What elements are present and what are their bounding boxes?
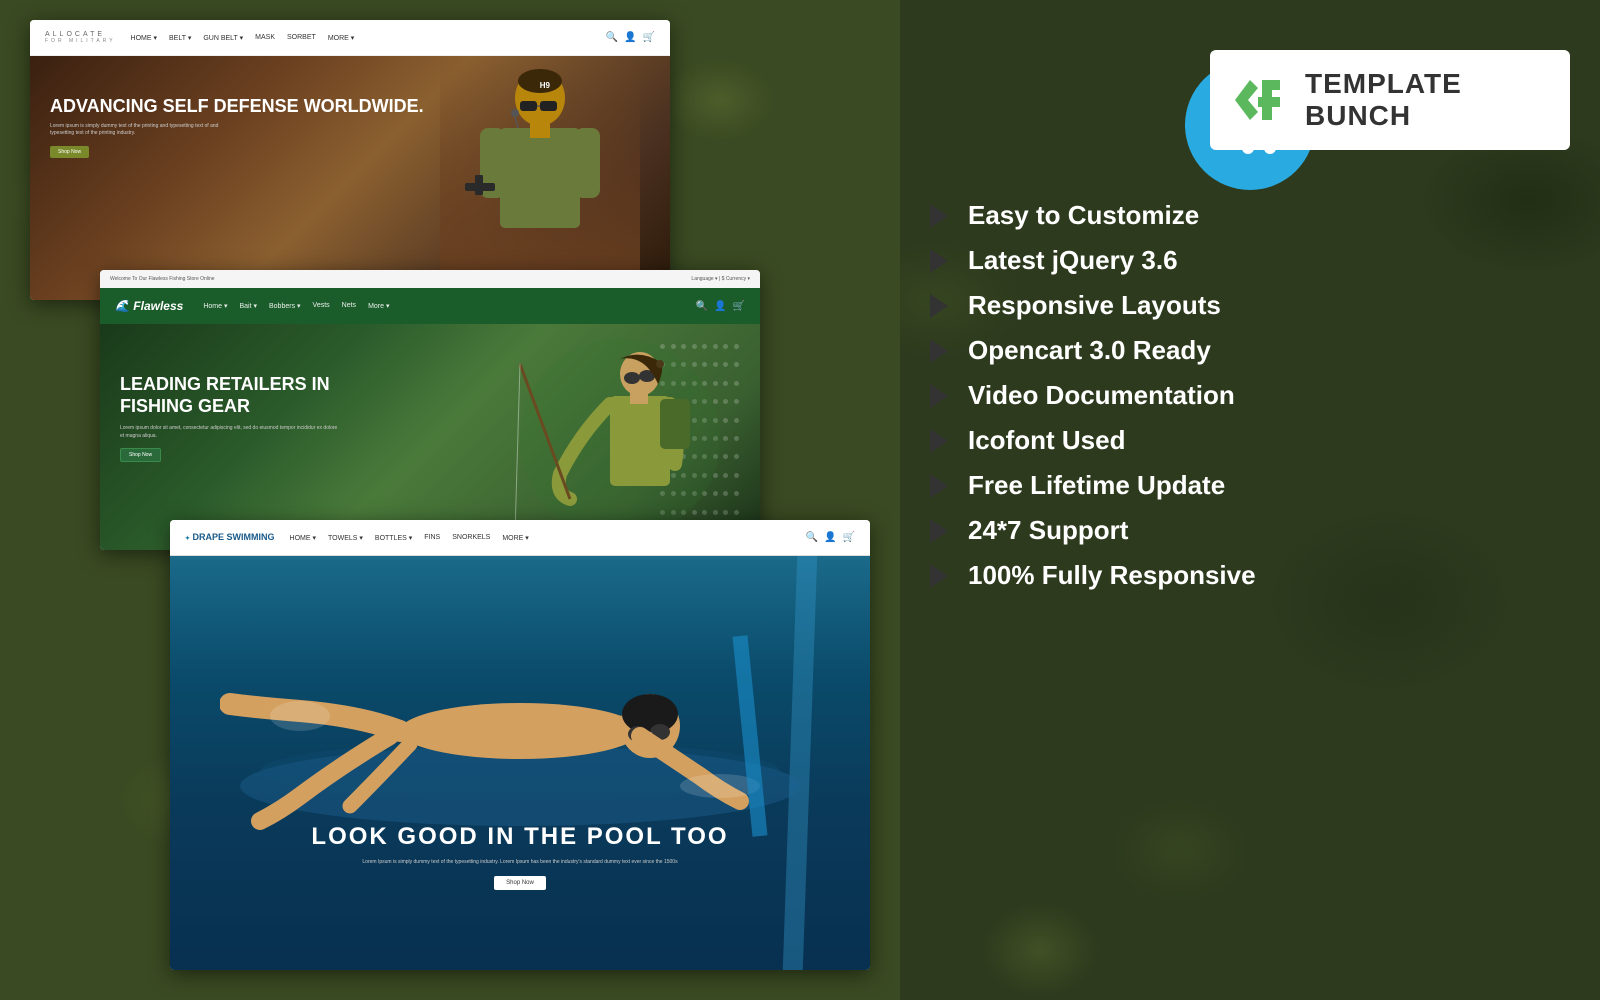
feature-item-5: Video Documentation <box>930 380 1570 411</box>
s3-logo: ✦ DRAPE SWIMMING <box>185 532 275 543</box>
s1-nav: HOME ▾ BELT ▾ GUN BELT ▾ MASK SORBET MOR… <box>131 34 591 42</box>
user-icon: 👤 <box>824 532 836 543</box>
cart-icon: 🛒 <box>643 32 655 43</box>
user-icon: 👤 <box>624 32 636 43</box>
s3-header-icons: 🔍 👤 🛒 <box>806 532 855 543</box>
s2-nav: Home ▾ Bait ▾ Bobbers ▾ Vests Nets More … <box>203 302 675 310</box>
s1-hero-subtitle: Lorem ipsum is simply dummy text of the … <box>50 123 230 138</box>
s2-hero: // Generate dots inline LEADING RETAILER… <box>100 324 760 550</box>
s3-shop-button[interactable]: Shop Now <box>494 876 546 890</box>
arrow-icon-7 <box>930 474 948 498</box>
feature-item-1: Easy to Customize <box>930 200 1570 231</box>
arrow-icon-8 <box>930 519 948 543</box>
s1-header-icons: 🔍 👤 🛒 <box>606 32 655 43</box>
s2-logo: 🌊 Flawless <box>115 299 183 313</box>
s2-header-icons: 🔍 👤 🛒 <box>696 301 745 312</box>
s3-nav: HOME ▾ TOWELS ▾ BOTTLES ▾ FINS SNORKELS … <box>290 534 791 542</box>
s2-topbar: Welcome To Our Flawless Fishing Store On… <box>100 270 760 288</box>
left-panel: ALLOCATE FOR MILITARY HOME ▾ BELT ▾ GUN … <box>0 0 900 1000</box>
swimmer-silhouette <box>220 586 820 846</box>
feature-text-4: Opencart 3.0 Ready <box>968 335 1211 366</box>
template-bunch-logo: TEMPLATE BUNCH <box>1210 50 1570 150</box>
arrow-icon-9 <box>930 564 948 588</box>
arrow-icon-1 <box>930 204 948 228</box>
cart-icon: 🛒 <box>843 532 855 543</box>
screenshot-swimming[interactable]: ✦ DRAPE SWIMMING HOME ▾ TOWELS ▾ BOTTLES… <box>170 520 870 970</box>
right-panel: TEMPLATE BUNCH Easy to Customize Latest … <box>900 0 1600 1000</box>
s1-header: ALLOCATE FOR MILITARY HOME ▾ BELT ▾ GUN … <box>30 20 670 56</box>
soldier-silhouette <box>460 63 620 293</box>
screenshot-military[interactable]: ALLOCATE FOR MILITARY HOME ▾ BELT ▾ GUN … <box>30 20 670 300</box>
s2-topbar-options: Language ▾ | $ Currency ▾ <box>691 276 750 282</box>
feature-item-4: Opencart 3.0 Ready <box>930 335 1570 366</box>
feature-item-2: Latest jQuery 3.6 <box>930 245 1570 276</box>
cart-icon: 🛒 <box>733 301 745 312</box>
s3-hero-subtitle: Lorem Ipsum is simply dummy text of the … <box>320 859 720 867</box>
s2-hero-subtitle: Lorem ipsum dolor sit amet, consectetur … <box>120 425 340 440</box>
features-list: Easy to Customize Latest jQuery 3.6 Resp… <box>930 200 1570 591</box>
arrow-icon-5 <box>930 384 948 408</box>
feature-text-2: Latest jQuery 3.6 <box>968 245 1178 276</box>
search-icon: 🔍 <box>696 301 708 312</box>
s1-logo: ALLOCATE FOR MILITARY <box>45 31 116 44</box>
s1-hero: ADVANCING SELF DEFENSE WORLDWIDE. Lorem … <box>30 56 670 300</box>
screenshot-fishing[interactable]: Welcome To Our Flawless Fishing Store On… <box>100 270 760 550</box>
s2-header: 🌊 Flawless Home ▾ Bait ▾ Bobbers ▾ Vests… <box>100 288 760 324</box>
feature-text-7: Free Lifetime Update <box>968 470 1225 501</box>
s1-hero-text: ADVANCING SELF DEFENSE WORLDWIDE. Lorem … <box>50 96 424 158</box>
s2-hero-text: LEADING RETAILERS IN FISHING GEAR Lorem … <box>120 374 340 462</box>
feature-text-9: 100% Fully Responsive <box>968 560 1256 591</box>
feature-text-3: Responsive Layouts <box>968 290 1221 321</box>
arrow-icon-2 <box>930 249 948 273</box>
s3-header: ✦ DRAPE SWIMMING HOME ▾ TOWELS ▾ BOTTLES… <box>170 520 870 556</box>
search-icon: 🔍 <box>806 532 818 543</box>
feature-item-6: Icofont Used <box>930 425 1570 456</box>
arrow-icon-4 <box>930 339 948 363</box>
s2-shop-button[interactable]: Shop Now <box>120 448 161 462</box>
screenshots-container: ALLOCATE FOR MILITARY HOME ▾ BELT ▾ GUN … <box>0 0 900 1000</box>
gun-label: H9 <box>540 81 550 90</box>
feature-text-6: Icofont Used <box>968 425 1125 456</box>
arrow-icon-6 <box>930 429 948 453</box>
user-icon: 👤 <box>714 301 726 312</box>
feature-text-5: Video Documentation <box>968 380 1235 411</box>
search-icon: 🔍 <box>606 32 618 43</box>
feature-text-1: Easy to Customize <box>968 200 1199 231</box>
arrow-icon-3 <box>930 294 948 318</box>
s3-hero: LOOK GOOD IN THE POOL TOO Lorem Ipsum is… <box>170 556 870 970</box>
s1-hero-title: ADVANCING SELF DEFENSE WORLDWIDE. <box>50 96 424 118</box>
feature-item-7: Free Lifetime Update <box>930 470 1570 501</box>
tb-logo-mark <box>1230 70 1290 130</box>
feature-text-8: 24*7 Support <box>968 515 1128 546</box>
s2-hero-title: LEADING RETAILERS IN FISHING GEAR <box>120 374 340 417</box>
fisher-silhouette <box>510 334 730 544</box>
feature-item-9: 100% Fully Responsive <box>930 560 1570 591</box>
s2-topbar-welcome: Welcome To Our Flawless Fishing Store On… <box>110 276 215 282</box>
feature-item-3: Responsive Layouts <box>930 290 1570 321</box>
feature-item-8: 24*7 Support <box>930 515 1570 546</box>
s1-shop-button[interactable]: Shop Now <box>50 146 89 158</box>
template-bunch-text: TEMPLATE BUNCH <box>1305 68 1550 132</box>
s1-figure <box>440 56 640 300</box>
